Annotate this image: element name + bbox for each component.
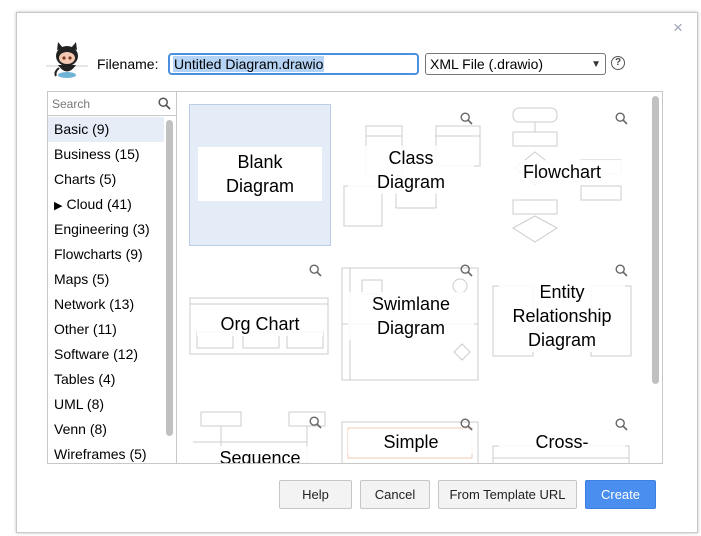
- template-label: Class Diagram: [348, 146, 474, 194]
- category-sidebar: Search Basic (9) Business (15) Charts (5…: [48, 92, 177, 463]
- chevron-down-icon: ▼: [591, 58, 601, 70]
- cancel-button[interactable]: Cancel: [360, 480, 430, 509]
- zoom-icon[interactable]: [460, 112, 473, 125]
- zoom-icon[interactable]: [460, 264, 473, 277]
- template-label: Sequence: [197, 446, 323, 463]
- category-software[interactable]: Software (12): [48, 342, 164, 367]
- help-button[interactable]: Help: [279, 480, 352, 509]
- category-cloud[interactable]: ▶ Cloud (41): [48, 192, 164, 217]
- category-business[interactable]: Business (15): [48, 142, 164, 167]
- template-sequence-diagram[interactable]: Sequence: [189, 408, 331, 463]
- zoom-icon[interactable]: [460, 418, 473, 431]
- template-entity-relationship-diagram[interactable]: Entity Relationship Diagram: [491, 256, 633, 398]
- format-value: XML File (.drawio): [430, 56, 544, 72]
- template-simple[interactable]: Simple: [340, 408, 482, 463]
- filename-value: Untitled Diagram.drawio: [173, 56, 325, 72]
- zoom-icon[interactable]: [309, 264, 322, 277]
- category-list: Basic (9) Business (15) Charts (5) ▶ Clou…: [48, 117, 164, 463]
- zoom-icon[interactable]: [615, 418, 628, 431]
- expand-triangle-icon: ▶: [54, 200, 63, 212]
- from-template-url-button[interactable]: From Template URL: [438, 480, 577, 509]
- category-engineering[interactable]: Engineering (3): [48, 217, 164, 242]
- help-icon[interactable]: ?: [611, 56, 625, 70]
- template-label: Org Chart: [197, 312, 323, 336]
- category-venn[interactable]: Venn (8): [48, 417, 164, 442]
- category-charts[interactable]: Charts (5): [48, 167, 164, 192]
- template-blank-diagram[interactable]: Blank Diagram: [189, 104, 331, 246]
- app-logo-icon: [46, 42, 88, 78]
- search-input[interactable]: Search: [48, 92, 176, 116]
- template-grid: Blank Diagram Class Diagram Flowchart Or…: [178, 92, 662, 463]
- template-label: Flowchart: [499, 160, 625, 184]
- template-label: Swimlane Diagram: [348, 292, 474, 340]
- zoom-icon[interactable]: [615, 264, 628, 277]
- category-basic[interactable]: Basic (9): [48, 117, 164, 142]
- category-cloud-label: Cloud (41): [66, 196, 132, 212]
- template-class-diagram[interactable]: Class Diagram: [340, 104, 482, 246]
- template-org-chart[interactable]: Org Chart: [189, 256, 331, 398]
- zoom-icon[interactable]: [309, 416, 322, 429]
- filename-input[interactable]: Untitled Diagram.drawio: [168, 53, 419, 75]
- template-label: Simple: [348, 430, 474, 454]
- category-uml[interactable]: UML (8): [48, 392, 164, 417]
- category-wireframes[interactable]: Wireframes (5): [48, 442, 164, 463]
- template-label: Cross-: [499, 430, 625, 454]
- template-panel: Search Basic (9) Business (15) Charts (5…: [47, 91, 663, 464]
- category-network[interactable]: Network (13): [48, 292, 164, 317]
- category-other[interactable]: Other (11): [48, 317, 164, 342]
- close-icon[interactable]: ×: [671, 19, 685, 36]
- search-icon[interactable]: [158, 97, 171, 110]
- template-cross-functional[interactable]: Cross-: [491, 408, 633, 463]
- template-swimlane-diagram[interactable]: Swimlane Diagram: [340, 256, 482, 398]
- template-label: Blank Diagram: [198, 147, 322, 201]
- filename-label: Filename:: [97, 56, 159, 72]
- template-flowchart[interactable]: Flowchart: [491, 104, 633, 246]
- template-label: Entity Relationship Diagram: [499, 280, 625, 352]
- create-button[interactable]: Create: [585, 480, 656, 509]
- sidebar-scrollbar[interactable]: [166, 120, 173, 436]
- category-tables[interactable]: Tables (4): [48, 367, 164, 392]
- template-grid-scrollbar[interactable]: [652, 96, 659, 384]
- category-maps[interactable]: Maps (5): [48, 267, 164, 292]
- search-placeholder: Search: [52, 96, 91, 111]
- category-flowcharts[interactable]: Flowcharts (9): [48, 242, 164, 267]
- zoom-icon[interactable]: [615, 112, 628, 125]
- format-select[interactable]: XML File (.drawio) ▼: [425, 53, 606, 75]
